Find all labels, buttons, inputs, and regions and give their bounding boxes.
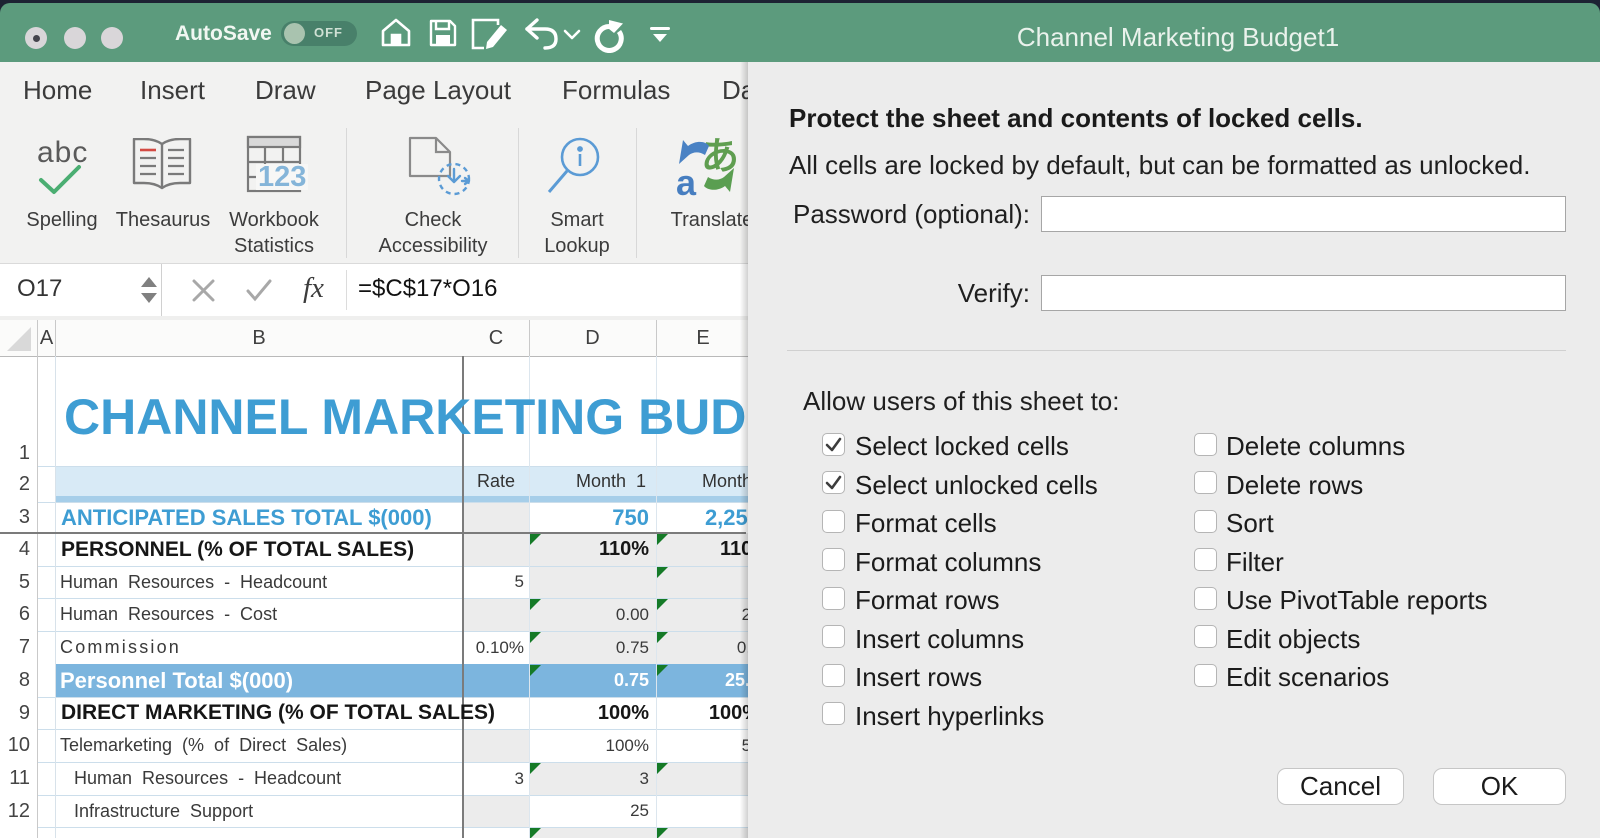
svg-text:a: a <box>676 162 697 196</box>
